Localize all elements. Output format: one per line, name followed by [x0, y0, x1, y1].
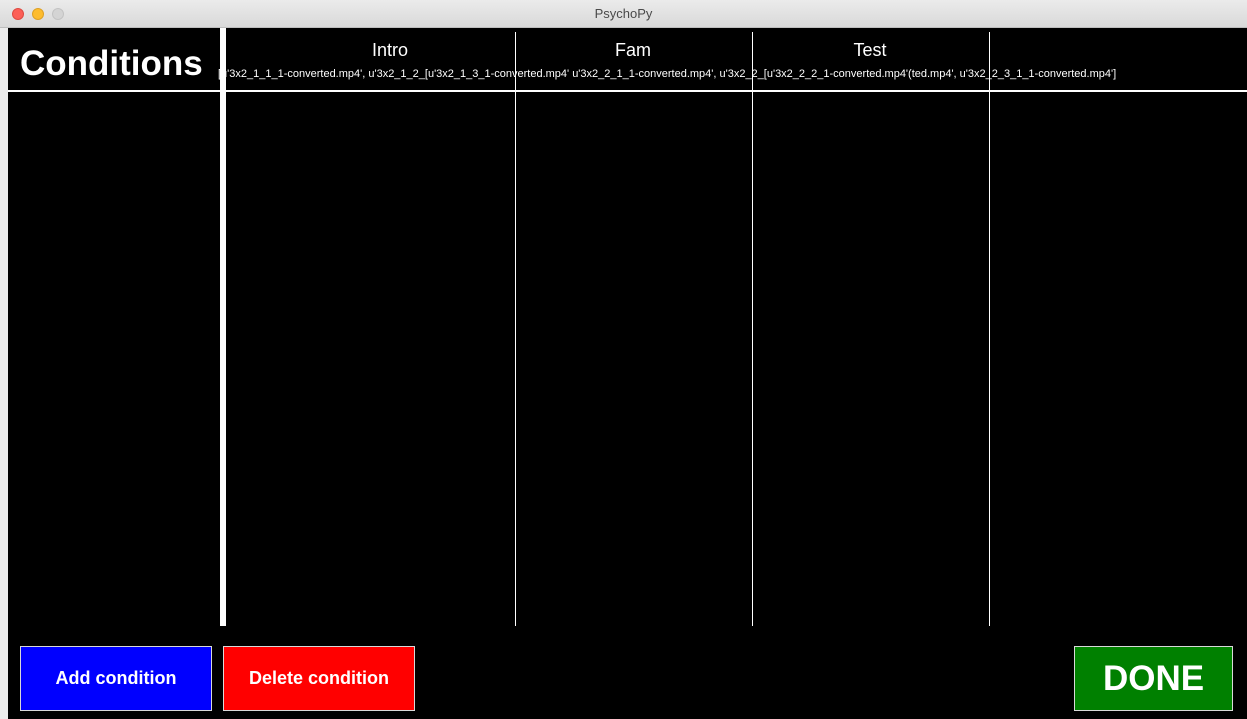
- column-divider: [752, 32, 753, 626]
- window-titlebar: PsychoPy: [0, 0, 1247, 28]
- column-divider: [989, 32, 990, 626]
- condition-files-text[interactable]: [u'3x2_1_1_1-converted.mp4', u'3x2_1_2_[…: [218, 68, 1116, 80]
- column-header-fam: Fam: [615, 40, 651, 60]
- title-column-divider: [220, 28, 226, 626]
- column-header-test: Test: [853, 40, 887, 60]
- page-title: Conditions: [20, 44, 203, 83]
- delete-condition-button[interactable]: Delete condition: [223, 646, 415, 711]
- conditions-canvas: Conditions Intro Fam Test [u'3x2_1_1_1-c…: [8, 28, 1247, 719]
- window-title: PsychoPy: [594, 6, 653, 21]
- done-button[interactable]: DONE: [1074, 646, 1233, 711]
- header-divider: [8, 90, 1247, 92]
- column-header-intro: Intro: [371, 40, 409, 60]
- add-condition-button[interactable]: Add condition: [20, 646, 212, 711]
- column-divider: [515, 32, 516, 626]
